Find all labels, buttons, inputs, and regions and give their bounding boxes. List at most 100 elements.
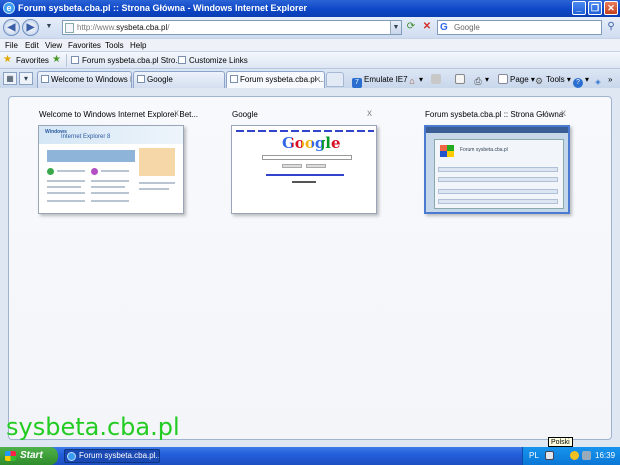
help-icon: ? [573,78,583,88]
thumbnail-google-logo: Google [282,134,341,152]
thumbnail-text-line [101,170,129,172]
thumbnail-ie-logo: Internet Explorer 8 [61,134,111,140]
volume-icon[interactable] [582,451,591,460]
research-icon: ◈ [595,79,601,86]
page-menu-button[interactable]: Page ▾ [498,73,535,86]
add-favorite-icon[interactable]: ★ [52,54,61,65]
back-button[interactable]: ◀ [3,19,20,36]
thumbnail-sidebar-box [139,148,175,176]
search-input[interactable]: G Google [437,20,602,35]
new-tab-button[interactable] [326,72,344,87]
keyboard-icon[interactable] [545,451,554,460]
tools-menu-button[interactable]: ⚙ Tools ▾ [534,73,571,86]
start-label: Start [20,450,43,461]
menu-tools[interactable]: Tools [105,41,124,50]
page-icon [230,75,238,83]
favorites-button[interactable]: Favorites [16,56,49,65]
print-icon: ⎙ [474,76,482,86]
thumbnail-text-line [47,200,85,202]
thumbnail-windows-logo-bottom [440,151,454,157]
menu-edit[interactable]: Edit [25,41,39,50]
tab-close-icon[interactable]: ✕ [314,72,321,87]
toolbar-overflow-icon[interactable]: » [608,73,612,86]
thumbnail-text-line [47,192,85,194]
language-indicator[interactable]: PL [529,451,539,460]
tab-welcome[interactable]: Welcome to Windows Inte... [37,71,132,88]
favorite-link-customize[interactable]: Customize Links [178,54,248,67]
favorites-star-icon[interactable]: ★ [3,54,12,65]
emulate-ie7-button[interactable]: 7 Emulate IE7 [352,73,408,88]
thumbnail-login-row [438,167,558,172]
address-input[interactable]: http://www.sysbeta.cba.pl/ ▼ [62,20,402,35]
thumbnail-text-line [91,200,129,202]
thumbnail-purple-icon [91,168,98,175]
thumbnail-forum-heading: Forum sysbeta.cba.pl [460,147,508,153]
url-domain: sysbeta.cba.pl [116,23,168,32]
windows-flag-icon [5,451,16,461]
tab-label: Google [147,75,173,84]
favorite-link-forum[interactable]: Forum sysbeta.cba.pl Stro... [71,54,182,67]
thumbnail-text-line [139,188,169,190]
watermark-text: sysbeta.cba.pl [6,413,180,441]
google-logo-text: Google [282,134,341,152]
url-prefix: http://www. [77,23,117,32]
taskbar-item-ie[interactable]: Forum sysbeta.cba.pl... [64,449,160,463]
gear-icon: ⚙ [534,76,544,86]
thumbnail-stats-row [438,189,558,194]
taskbar: Start Forum sysbeta.cba.pl... PL 16:39 [0,447,620,465]
thumbnail-nav-links [236,130,374,132]
tab-forum[interactable]: Forum sysbeta.cba.pl ... ✕ [226,71,325,88]
search-icon[interactable]: ⚲ [604,20,618,35]
page-icon [498,74,508,84]
quick-tab-close-icon[interactable]: x [367,108,372,119]
thumbnail-search-box [262,155,352,160]
quick-tabs-icon[interactable]: ▦ [3,72,17,85]
menu-view[interactable]: View [45,41,62,50]
quick-tab-thumbnail-forum[interactable]: Forum sysbeta.cba.pl [424,125,570,214]
title-bar: e Forum sysbeta.cba.pl :: Strona Główna … [0,0,620,17]
menu-help[interactable]: Help [130,41,146,50]
feeds-icon [431,74,441,84]
thumbnail-green-icon [47,168,54,175]
quick-tab-title-forum[interactable]: Forum sysbeta.cba.pl :: Strona Główna [425,110,563,119]
minimize-button[interactable]: _ [572,1,586,15]
address-dropdown-icon[interactable]: ▼ [390,21,401,34]
quick-tab-thumbnail-google[interactable]: Google [231,125,377,214]
recent-pages-dropdown[interactable]: ▼ [42,21,56,34]
stop-icon[interactable]: ✕ [420,21,434,34]
tab-row: ▦ ▾ Welcome to Windows Inte... Google Fo… [0,68,620,88]
close-button[interactable]: ✕ [604,1,618,15]
menu-favorites[interactable]: Favorites [68,41,101,50]
print-button[interactable]: ⎙ ▾ [473,73,489,86]
tab-label: Welcome to Windows Inte... [51,75,132,84]
tab-google[interactable]: Google [133,71,225,88]
emulate-icon: 7 [352,78,362,88]
page-icon [41,75,49,83]
page-icon [178,56,186,64]
thumbnail-text-line [47,186,81,188]
thumbnail-text-line [139,182,175,184]
tools-menu-label: Tools [546,75,565,84]
feeds-button[interactable] [431,73,443,86]
security-shield-icon[interactable] [570,451,579,460]
thumbnail-search-button [282,164,302,168]
quick-tab-thumbnail-welcome[interactable]: Windows Internet Explorer 8 [38,125,184,214]
refresh-icon[interactable]: ⟳ [404,21,418,34]
research-button[interactable]: ◈ [593,73,605,86]
thumbnail-top-bar [426,127,568,133]
help-button[interactable]: ? ▾ [573,73,589,88]
start-button[interactable]: Start [0,447,58,465]
mail-button[interactable] [455,73,467,86]
home-button[interactable]: ⌂ ▾ [407,73,423,86]
address-row: ◀ ▶ ▼ http://www.sysbeta.cba.pl/ ▼ ⟳ ✕ G… [0,17,620,38]
favorites-bar: ★ Favorites ★ Forum sysbeta.cba.pl Stro.… [0,51,620,68]
tab-list-icon[interactable]: ▾ [19,72,33,85]
page-icon [71,56,79,64]
quick-tab-close-icon[interactable]: x [174,108,179,119]
forward-button[interactable]: ▶ [22,19,39,36]
menu-file[interactable]: File [5,41,18,50]
quick-tab-title-google[interactable]: Google [232,110,258,119]
thumbnail-text-line [292,181,316,183]
quick-tab-close-icon[interactable]: x [561,108,566,119]
maximize-button[interactable]: ❐ [588,1,602,15]
